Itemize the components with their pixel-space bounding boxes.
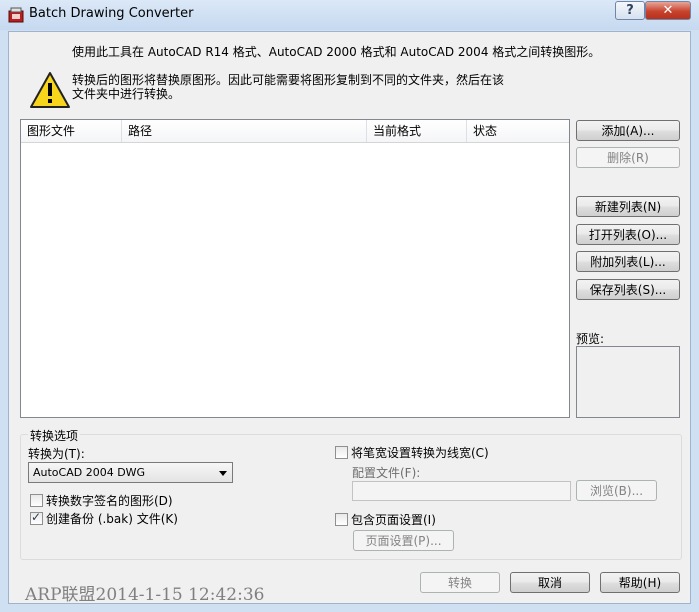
preview-box	[576, 346, 680, 418]
delete-button[interactable]: 删除(R)	[576, 147, 680, 168]
cancel-button[interactable]: 取消	[510, 572, 590, 593]
info-line-warning: 转换后的图形将替换原图形。因此可能需要将图形复制到不同的文件夹，然后在该文件夹中…	[72, 73, 505, 101]
watermark-text: ARP联盟2014-1-15 12:42:36	[25, 585, 265, 605]
page-setup-button[interactable]: 页面设置(P)...	[353, 530, 454, 551]
help-button[interactable]: 帮助(H)	[600, 572, 680, 593]
info-line-formats: 使用此工具在 AutoCAD R14 格式、AutoCAD 2000 格式和 A…	[72, 45, 601, 59]
title-bar: Batch Drawing Converter ? ✕	[0, 0, 699, 30]
browse-button[interactable]: 浏览(B)...	[576, 480, 657, 501]
create-backup-label[interactable]: 创建备份 (.bak) 文件(K)	[46, 510, 178, 527]
warning-icon	[30, 72, 70, 108]
dialog-window: Batch Drawing Converter ? ✕ 使用此工具在 AutoC…	[0, 0, 699, 612]
dropdown-arrow-icon	[219, 471, 227, 476]
list-header: 图形文件 路径 当前格式 状态	[21, 120, 569, 143]
config-file-label: 配置文件(F):	[352, 466, 421, 480]
convert-to-label: 转换为(T):	[28, 447, 85, 461]
new-list-button[interactable]: 新建列表(N)	[576, 196, 680, 217]
column-current-format[interactable]: 当前格式	[367, 120, 467, 142]
window-title: Batch Drawing Converter	[29, 6, 194, 21]
convert-to-select[interactable]: AutoCAD 2004 DWG	[28, 462, 233, 483]
convert-signed-checkbox[interactable]	[30, 494, 43, 507]
convert-to-value: AutoCAD 2004 DWG	[33, 466, 146, 479]
include-page-setup-checkbox[interactable]	[335, 513, 348, 526]
open-list-button[interactable]: 打开列表(O)...	[576, 224, 680, 245]
convert-button[interactable]: 转换	[420, 572, 500, 593]
close-button[interactable]: ✕	[645, 1, 691, 20]
help-title-button[interactable]: ?	[615, 1, 645, 20]
column-drawing-file[interactable]: 图形文件	[21, 120, 122, 142]
create-backup-checkbox[interactable]	[30, 510, 43, 525]
dialog-body: 使用此工具在 AutoCAD R14 格式、AutoCAD 2000 格式和 A…	[8, 31, 691, 605]
pen-lineweight-checkbox[interactable]	[335, 446, 348, 459]
save-list-button[interactable]: 保存列表(S)...	[576, 279, 680, 300]
include-page-setup-label[interactable]: 包含页面设置(I)	[351, 511, 436, 528]
add-button[interactable]: 添加(A)...	[576, 120, 680, 141]
convert-signed-label[interactable]: 转换数字签名的图形(D)	[46, 492, 173, 509]
pen-lineweight-label[interactable]: 将笔宽设置转换为线宽(C)	[351, 444, 489, 461]
column-path[interactable]: 路径	[122, 120, 367, 142]
drawing-file-list[interactable]: 图形文件 路径 当前格式 状态	[20, 119, 570, 418]
append-list-button[interactable]: 附加列表(L)...	[576, 251, 680, 272]
column-status[interactable]: 状态	[467, 120, 569, 142]
conversion-options-title: 转换选项	[28, 427, 81, 444]
config-file-input[interactable]	[352, 481, 571, 501]
preview-label: 预览:	[576, 332, 605, 346]
app-icon	[8, 7, 24, 23]
